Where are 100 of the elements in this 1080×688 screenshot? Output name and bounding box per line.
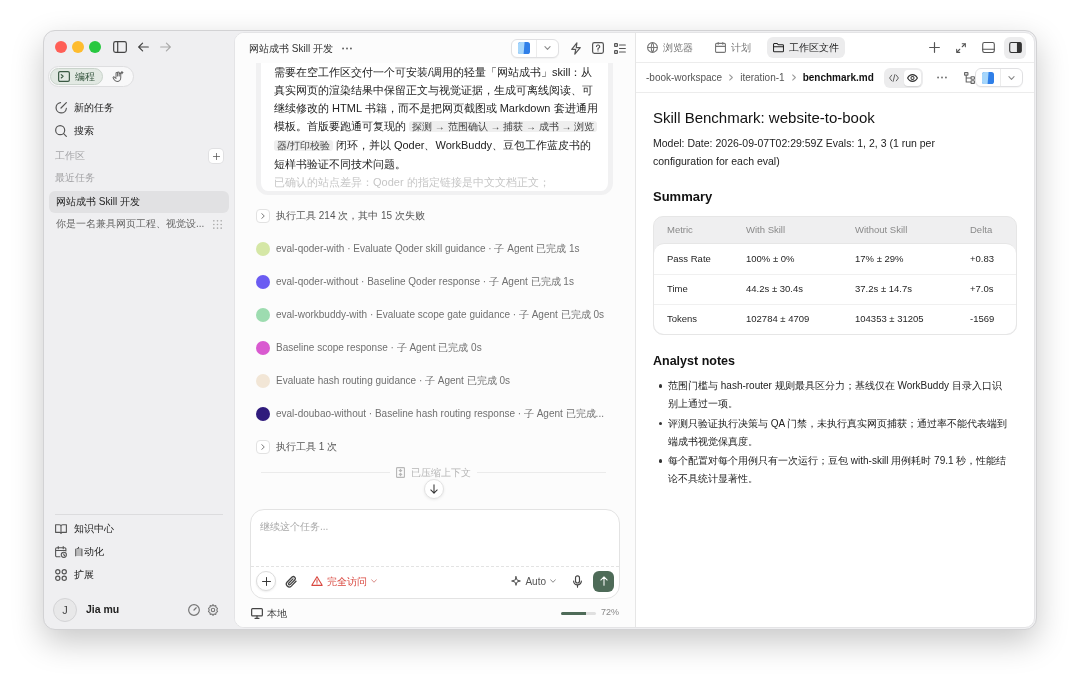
nav-item[interactable]: 新的任务 xyxy=(49,96,229,119)
note-text: 范围门槛与 hash-router 规则最具区分力；基线仅在 WorkBuddy 目录入口识别上通过一项。 xyxy=(668,379,1003,411)
breadcrumb-item[interactable]: benchmark.md xyxy=(802,70,874,85)
document-title: Skill Benchmark: website-to-book xyxy=(653,108,876,128)
arrow-up-icon xyxy=(599,576,608,586)
panel-right-icon xyxy=(1008,42,1022,53)
agent-run-text: eval-workbuddy-with · Evaluate scope gate guidance · 子 Agent 已完成 0s xyxy=(276,308,604,322)
search-icon xyxy=(55,124,67,137)
add-workspace-button[interactable] xyxy=(209,149,223,163)
chevron-down-icon xyxy=(371,579,377,583)
table-cell-text: +0.83 xyxy=(970,251,995,266)
four-circles-icon xyxy=(55,568,67,581)
checklist-icon[interactable] xyxy=(614,42,626,54)
agent-run-text: eval-qoder-with · Evaluate Qoder skill guidance · 子 Agent 已完成 1s xyxy=(276,242,580,256)
panel-tab[interactable]: 浏览器 xyxy=(641,37,699,58)
chevron-right-icon xyxy=(261,212,265,219)
agent-run-text: eval-qoder-without · Baseline Qoder response · 子 Agent 已完成 1s xyxy=(276,275,574,289)
view-mode-button[interactable] xyxy=(903,69,921,86)
task-item[interactable]: 你是一名兼具网页工程、视觉设... xyxy=(49,213,229,235)
agent-run-text: Evaluate hash routing guidance · 子 Agent 已完成 0s xyxy=(276,374,511,388)
panel-tab[interactable]: 计划 xyxy=(709,37,757,58)
app-icon xyxy=(981,71,994,84)
open-in-app-button[interactable] xyxy=(974,68,1023,87)
chevron-right-icon xyxy=(729,74,734,81)
chevron-down-icon xyxy=(1007,75,1015,80)
table-cell: +7.0s xyxy=(970,282,994,297)
nav-item[interactable]: 扩展 xyxy=(49,563,229,586)
model-dropdown[interactable]: Auto xyxy=(511,573,556,589)
eye-icon xyxy=(906,73,918,82)
table-cell: 44.2s ± 30.4s xyxy=(746,282,803,297)
tree-icon[interactable] xyxy=(963,71,975,84)
arrow-down-icon xyxy=(430,484,438,494)
task-item[interactable]: 网站成书 Skill 开发 xyxy=(49,191,229,213)
scroll-down-button[interactable] xyxy=(424,479,444,499)
nav-item[interactable]: 搜索 xyxy=(49,119,229,142)
column-header: Metric xyxy=(667,222,693,237)
more-icon[interactable] xyxy=(341,46,352,50)
bullet-icon xyxy=(658,459,662,463)
send-button[interactable] xyxy=(593,570,614,592)
chevron-right-icon xyxy=(791,74,796,81)
layout-button[interactable] xyxy=(1004,36,1026,59)
avatar[interactable]: J xyxy=(53,598,77,622)
nav-item[interactable]: 知识中心 xyxy=(49,517,229,540)
calendar-icon xyxy=(715,42,726,53)
chevron-down-icon xyxy=(550,579,556,583)
breadcrumb-item[interactable]: -book-workspace xyxy=(646,70,723,85)
more-icon[interactable] xyxy=(936,76,947,79)
column-header: Delta xyxy=(970,222,993,237)
warning-icon xyxy=(311,576,323,586)
user-name: Jia mu xyxy=(86,602,120,618)
bullet-icon xyxy=(658,384,662,388)
section-label: 工作区 xyxy=(55,151,85,161)
note-text: 每个配置对每个用例只有一次运行；豆包 with-skill 用例耗时 79.1 秒，性能结论不具统计显著性。 xyxy=(668,454,1008,486)
gauge-icon[interactable] xyxy=(188,604,200,616)
paperclip-icon[interactable] xyxy=(285,574,297,588)
table-cell: 104353 ± 31205 xyxy=(855,312,924,327)
folder-icon xyxy=(773,42,784,53)
table-cell-text: 17% ± 29% xyxy=(855,251,904,266)
mode-tab[interactable]: 编程 xyxy=(50,68,103,85)
table-cell: -1569 xyxy=(970,312,995,327)
panel-tab[interactable]: 工作区文件 xyxy=(767,37,845,58)
table-cell-text: Pass Rate xyxy=(667,251,711,266)
window-close-button[interactable] xyxy=(55,41,67,53)
open-in-app-button[interactable] xyxy=(511,38,559,58)
table-cell: Time xyxy=(667,282,688,297)
help-icon[interactable] xyxy=(592,42,604,54)
access-dropdown[interactable]: 完全访问 xyxy=(311,573,377,589)
globe-icon xyxy=(647,42,658,53)
grip-icon[interactable] xyxy=(213,219,222,229)
sparkle-icon xyxy=(511,576,522,586)
agent-run-text: eval-doubao-without · Baseline hash routing response · 子 Agent 已完成... xyxy=(276,407,604,421)
chevron-down-icon xyxy=(544,46,551,50)
panel-bottom-icon xyxy=(981,42,995,53)
environment-button[interactable]: 本地 xyxy=(251,605,287,621)
note-text: 评测只验证执行决策与 QA 门禁，未执行真实网页捕获；通过率不能代表端到端成书视觉保真度。 xyxy=(668,416,1009,449)
breadcrumb-item[interactable]: iteration-1 xyxy=(740,70,785,85)
monitor-icon xyxy=(251,607,263,619)
table-cell: 37.2s ± 14.7s xyxy=(855,282,912,297)
microphone-icon[interactable] xyxy=(573,574,582,588)
terminal-icon xyxy=(58,71,70,82)
chevron-right-icon xyxy=(261,443,265,450)
message-composer[interactable]: 继续这个任务... 完全访问 Auto xyxy=(250,509,620,599)
compress-icon xyxy=(396,466,405,478)
add-button[interactable] xyxy=(256,571,276,591)
tool-summary: 执行工具 214 次，其中 15 次失败 xyxy=(276,209,425,223)
table-cell: 102784 ± 4709 xyxy=(746,312,810,327)
sidebar-toggle-icon[interactable] xyxy=(113,41,127,53)
back-arrow-icon[interactable] xyxy=(138,42,149,52)
nav-item[interactable]: 自动化 xyxy=(49,540,229,563)
agent-run-text: Baseline scope response · 子 Agent 已完成 0s xyxy=(276,341,482,355)
plus-icon xyxy=(261,576,271,586)
column-header: Without Skill xyxy=(855,222,908,237)
table-cell-text: 100% ± 0% xyxy=(746,251,795,266)
table-cell: Tokens xyxy=(667,312,698,327)
hand-icon xyxy=(112,71,124,82)
code-icon xyxy=(889,73,900,82)
document-meta: Model: Date: 2026-09-07T02:29:59Z Evals: 1, 2, 3 (1 run per configuration for each eval) xyxy=(653,136,936,169)
calendar-clock-icon xyxy=(55,545,67,558)
lightning-icon[interactable] xyxy=(571,41,581,55)
settings-icon[interactable] xyxy=(207,604,219,616)
